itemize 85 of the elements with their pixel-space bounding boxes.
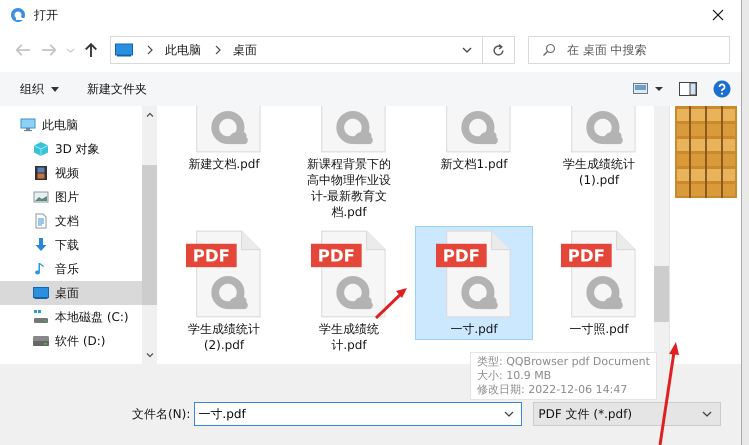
sidebar-label: 图片 <box>55 188 79 206</box>
search-icon <box>542 43 556 57</box>
chevron-icon <box>147 45 153 55</box>
file-item[interactable]: PDF 学生成绩统计(2).pdf <box>165 226 283 356</box>
sidebar-item[interactable]: 下载 <box>0 233 142 257</box>
sidebar-item[interactable]: 图片 <box>0 185 142 209</box>
dropdown-icon[interactable] <box>462 47 472 53</box>
sidebar-label: 音乐 <box>55 260 79 278</box>
sidebar-label: 3D 对象 <box>55 140 100 158</box>
tooltip-text: 修改日期: 2022-12-06 14:47 <box>477 383 628 397</box>
file-item[interactable]: 学生成绩统计(1).pdf <box>540 106 654 191</box>
document-icon <box>33 213 49 229</box>
computer-icon <box>115 43 133 57</box>
drive-icon <box>33 333 49 349</box>
file-name: 学生成绩统计.pdf <box>318 321 380 353</box>
file-name: 新建文档.pdf <box>188 156 260 172</box>
file-item[interactable]: PDF 一寸照.pdf <box>540 226 654 340</box>
chevron-down-icon <box>66 48 74 52</box>
tooltip-text: 大小: 10.9 MB <box>477 369 552 383</box>
view-icon <box>633 83 663 95</box>
dropdown-icon <box>702 411 712 417</box>
sidebar-item[interactable]: 桌面 <box>0 281 142 305</box>
sidebar-label: 视频 <box>55 164 79 182</box>
pdf-badge: PDF <box>186 244 237 268</box>
file-name-label: 文件名(N): <box>132 406 190 423</box>
file-name: 新课程背景下的高中物理作业设计-最新教育文档.pdf <box>306 156 392 220</box>
pdf-badge: PDF <box>436 244 487 268</box>
refresh-button[interactable] <box>482 36 515 64</box>
refresh-icon <box>493 44 504 56</box>
chevron-icon <box>215 45 221 55</box>
tooltip-text: 类型: QQBrowser pdf Document <box>477 355 650 369</box>
sidebar-item[interactable]: 3D 对象 <box>0 137 142 161</box>
pane-icon <box>679 82 697 96</box>
film-icon <box>33 165 49 181</box>
sidebar-item[interactable]: 视频 <box>0 161 142 185</box>
app-icon <box>10 7 26 23</box>
file-name: 学生成绩统计(1).pdf <box>562 156 636 188</box>
scrollbar[interactable] <box>654 106 669 364</box>
file-item[interactable]: 新文档1.pdf <box>415 106 533 175</box>
file-type-dropdown[interactable]: PDF 文件 (*.pdf) <box>533 402 722 426</box>
arrow-right-icon <box>42 43 56 57</box>
pdf-badge: PDF <box>560 244 612 268</box>
scroll-up-icon[interactable] <box>146 112 154 117</box>
drive-icon <box>33 309 49 325</box>
sidebar-label: 下载 <box>55 236 79 254</box>
sidebar-item[interactable]: 软件 (D:) <box>0 329 142 353</box>
cube-icon <box>33 141 49 157</box>
file-name: 一寸.pdf <box>450 321 498 337</box>
desktop-icon <box>33 285 49 301</box>
sidebar-label: 文档 <box>55 212 79 230</box>
image-icon <box>33 189 49 205</box>
address-bar[interactable]: 此电脑 桌面 <box>110 36 482 64</box>
sidebar-item[interactable]: 音乐 <box>0 257 142 281</box>
arrow-left-icon <box>16 43 30 57</box>
file-name: 一寸照.pdf <box>569 321 629 337</box>
file-item[interactable]: 新课程背景下的高中物理作业设计-最新教育文档.pdf <box>290 106 408 223</box>
sidebar-item[interactable]: 本地磁盘 (C:) <box>0 305 142 329</box>
file-item[interactable]: PDF 一寸.pdf <box>415 226 533 340</box>
help-icon <box>713 80 731 98</box>
search-field[interactable]: 在 桌面 中搜索 <box>528 36 730 64</box>
computer-icon <box>20 117 36 133</box>
new-folder-button[interactable]: 新建文件夹 <box>87 76 147 102</box>
window-title: 打开 <box>34 6 58 24</box>
organize-menu-button[interactable]: 组织 <box>20 76 59 102</box>
file-name: 学生成绩统计(2).pdf <box>187 321 261 353</box>
close-icon <box>712 9 724 21</box>
scrollbar[interactable] <box>142 106 157 364</box>
breadcrumb[interactable]: 此电脑 <box>165 42 201 58</box>
file-name: 新文档1.pdf <box>440 156 508 172</box>
file-item[interactable]: PDF 学生成绩统计.pdf <box>290 226 408 356</box>
pdf-badge: PDF <box>310 244 362 268</box>
sidebar-item[interactable]: 此电脑 <box>0 113 142 137</box>
caret-icon <box>51 86 59 92</box>
file-item[interactable]: 新建文档.pdf <box>165 106 283 175</box>
dropdown-icon[interactable] <box>504 411 514 417</box>
file-name-field[interactable]: 一寸.pdf <box>194 402 522 426</box>
arrow-up-icon <box>84 43 98 57</box>
sidebar-item[interactable]: 文档 <box>0 209 142 233</box>
download-icon <box>33 237 49 253</box>
sidebar-label: 本地磁盘 (C:) <box>55 308 129 326</box>
sidebar-label: 软件 (D:) <box>55 332 106 350</box>
sidebar-label: 桌面 <box>55 284 79 302</box>
breadcrumb[interactable]: 桌面 <box>233 42 257 58</box>
sidebar-label: 此电脑 <box>42 116 78 134</box>
scroll-down-icon[interactable] <box>146 353 154 358</box>
